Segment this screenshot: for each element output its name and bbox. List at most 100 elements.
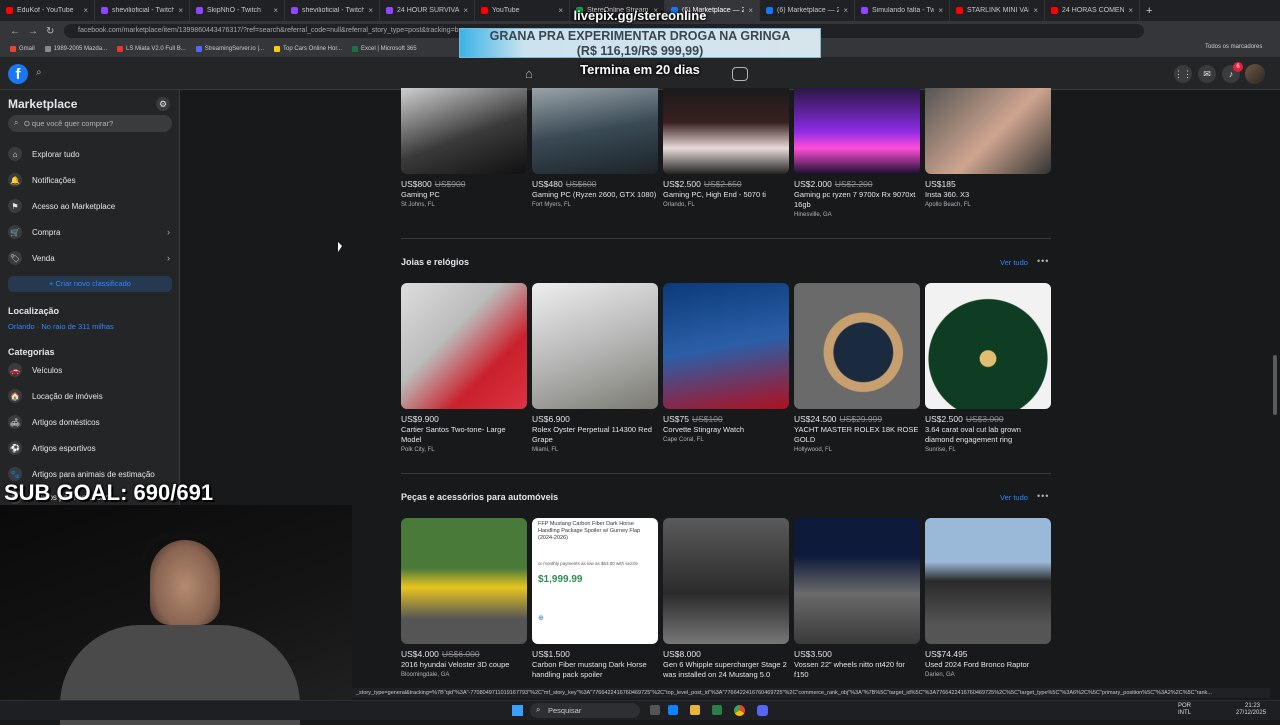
create-listing-button[interactable]: + Criar novo classificado bbox=[8, 276, 172, 292]
more-options-icon[interactable]: ••• bbox=[1037, 491, 1049, 501]
sidebar-item[interactable]: ⚑ Acesso ao Marketplace bbox=[8, 199, 172, 213]
search-icon[interactable]: ⌕ bbox=[36, 67, 48, 79]
listing-card[interactable]: US$2.000 US$2.200 Gaming pc ryzen 7 9700x … bbox=[794, 88, 920, 218]
listing-image[interactable] bbox=[401, 283, 527, 409]
reload-icon[interactable]: ↻ bbox=[46, 26, 54, 37]
menu-grid-icon[interactable]: ⋮⋮ bbox=[1174, 65, 1192, 83]
category-item[interactable]: 🐾 Artigos para animais de estimação bbox=[8, 467, 172, 481]
browser-tab[interactable]: STARLINK MINI VALE × bbox=[950, 0, 1045, 21]
location-value[interactable]: Orlando · No raio de 311 milhas bbox=[8, 322, 114, 331]
windows-start-icon[interactable] bbox=[512, 705, 523, 716]
browser-tab[interactable]: Simulando falta - Twit × bbox=[855, 0, 950, 21]
browser-tab[interactable]: YouTube × bbox=[475, 0, 570, 21]
facebook-logo[interactable]: f bbox=[8, 64, 28, 84]
close-icon[interactable]: × bbox=[368, 6, 373, 15]
listing-card[interactable]: US$185 Insta 360. X3 Apollo Beach, FL bbox=[925, 88, 1051, 208]
task-view-icon[interactable] bbox=[650, 705, 660, 715]
listing-image[interactable]: FFP Mustang Carbon Fiber Dark Horse Hand… bbox=[532, 518, 658, 644]
browser-tab[interactable]: SkipNhO - Twitch × bbox=[190, 0, 285, 21]
language-indicator[interactable]: POR INTL bbox=[1178, 703, 1191, 717]
new-tab-button[interactable]: + bbox=[1140, 5, 1158, 17]
listing-card[interactable]: US$24.500 US$29.999 YACHT MASTER ROLEX 18K… bbox=[794, 283, 920, 453]
listing-card[interactable]: US$480 US$600 Gaming PC (Ryzen 2600, GTX 1… bbox=[532, 88, 658, 208]
scrollbar-thumb[interactable] bbox=[1273, 355, 1277, 415]
listing-card[interactable]: US$3.500 Vossen 22” wheels nitto nt420 fo… bbox=[794, 518, 920, 682]
listing-image[interactable] bbox=[401, 88, 527, 174]
listing-card[interactable]: US$6.900 Rolex Oyster Perpetual 114300 Re… bbox=[532, 283, 658, 453]
sidebar-item[interactable]: 🔔 Notificações bbox=[8, 173, 172, 187]
listing-image[interactable] bbox=[794, 88, 920, 174]
close-icon[interactable]: × bbox=[1128, 6, 1133, 15]
listing-image[interactable] bbox=[532, 283, 658, 409]
browser-tab[interactable]: 24 HOUR SURVIVAL × bbox=[380, 0, 475, 21]
listing-card[interactable]: US$4.000 US$6.000 2016 hyundai Veloster 3D… bbox=[401, 518, 527, 678]
gear-icon[interactable]: ⚙ bbox=[156, 97, 170, 111]
listing-card[interactable]: US$74.495 Used 2024 Ford Bronco Raptor Dar… bbox=[925, 518, 1051, 678]
edge-icon[interactable] bbox=[668, 705, 678, 715]
listing-image[interactable] bbox=[925, 88, 1051, 174]
bookmark-item[interactable]: Top Cars Online Hor... bbox=[274, 46, 342, 52]
gaming-icon[interactable] bbox=[732, 67, 748, 81]
marketplace-search[interactable]: ⌕ O que você quer comprar? bbox=[8, 115, 172, 132]
see-all-link[interactable]: Ver tudo bbox=[1000, 258, 1028, 267]
browser-tab[interactable]: (6) Marketplace — 20 × bbox=[760, 0, 855, 21]
bookmark-item[interactable]: Excel | Microsoft 365 bbox=[352, 46, 417, 52]
browser-tab[interactable]: 24 HORAS COMENDO× bbox=[1045, 0, 1140, 21]
discord-icon[interactable] bbox=[757, 705, 768, 716]
close-icon[interactable]: × bbox=[463, 6, 468, 15]
listing-image[interactable] bbox=[794, 518, 920, 644]
listing-image[interactable] bbox=[663, 283, 789, 409]
category-item[interactable]: ⚽ Artigos esportivos bbox=[8, 441, 172, 455]
close-icon[interactable]: × bbox=[1033, 6, 1038, 15]
avatar[interactable] bbox=[1245, 64, 1265, 84]
listing-card[interactable]: US$800 US$900 Gaming PC St Johns, FL bbox=[401, 88, 527, 208]
home-icon[interactable]: ⌂ bbox=[525, 66, 541, 82]
chrome-icon[interactable] bbox=[734, 705, 745, 716]
close-icon[interactable]: × bbox=[748, 6, 753, 15]
category-item[interactable]: 🏠 Locação de imóveis bbox=[8, 389, 172, 403]
listing-image[interactable] bbox=[663, 88, 789, 174]
see-all-link[interactable]: Ver tudo bbox=[1000, 493, 1028, 502]
bookmark-item[interactable]: Gmail bbox=[10, 46, 35, 52]
category-item[interactable]: 🚗 Veículos bbox=[8, 363, 172, 377]
bookmark-item[interactable]: 1989-2005 Mazda... bbox=[44, 46, 107, 52]
messenger-icon[interactable]: ✉ bbox=[1198, 65, 1216, 83]
store-icon[interactable] bbox=[712, 705, 722, 715]
forward-icon[interactable]: → bbox=[28, 26, 38, 37]
all-bookmarks[interactable]: Todos os marcadores bbox=[1205, 44, 1262, 50]
listing-card[interactable]: US$2.500 US$2.650 Gaming PC, High End - 50… bbox=[663, 88, 789, 208]
close-icon[interactable]: × bbox=[178, 6, 183, 15]
listing-image[interactable] bbox=[663, 518, 789, 644]
listing-image[interactable] bbox=[925, 283, 1051, 409]
browser-tab[interactable]: shevilioficial - Twitch × bbox=[285, 0, 380, 21]
listing-image[interactable] bbox=[532, 88, 658, 174]
listing-card[interactable]: US$8.000 Gen 6 Whipple supercharger Stage… bbox=[663, 518, 789, 682]
bookmark-item[interactable]: StreamingServer.io |... bbox=[195, 46, 264, 52]
clock[interactable]: 21:23 27/12/2025 bbox=[1236, 703, 1266, 717]
taskbar-search[interactable]: ⌕ Pesquisar bbox=[530, 703, 640, 718]
listing-card[interactable]: US$75 US$100 Corvette Stingray Watch Cape C… bbox=[663, 283, 789, 443]
close-icon[interactable]: × bbox=[938, 6, 943, 15]
sidebar-item[interactable]: 🛒 Compra › bbox=[8, 225, 172, 239]
listing-card[interactable]: US$2.500 US$3.000 3.64 carat oval cut lab … bbox=[925, 283, 1051, 453]
explorer-icon[interactable] bbox=[690, 705, 700, 715]
sidebar-item[interactable]: 🏷 Venda › bbox=[8, 251, 172, 265]
back-icon[interactable]: ← bbox=[10, 26, 20, 37]
bookmark-item[interactable]: LS Miata V2.0 Full B... bbox=[117, 46, 186, 52]
category-item[interactable]: 🛋 Artigos domésticos bbox=[8, 415, 172, 429]
listing-image[interactable] bbox=[794, 283, 920, 409]
listing-card[interactable]: FFP Mustang Carbon Fiber Dark Horse Hand… bbox=[532, 518, 658, 682]
price-old: US$29.999 bbox=[839, 414, 883, 424]
sidebar-item[interactable]: ⌂ Explorar tudo bbox=[8, 147, 172, 161]
browser-tab[interactable]: shevilioficial - Twitch × bbox=[95, 0, 190, 21]
close-icon[interactable]: × bbox=[83, 6, 88, 15]
listing-image[interactable] bbox=[925, 518, 1051, 644]
listing-card[interactable]: US$9.900 Cartier Santos Two-tone- Large M… bbox=[401, 283, 527, 453]
chevron-right-icon: › bbox=[167, 227, 170, 237]
close-icon[interactable]: × bbox=[843, 6, 848, 15]
close-icon[interactable]: × bbox=[273, 6, 278, 15]
more-options-icon[interactable]: ••• bbox=[1037, 256, 1049, 266]
browser-tab[interactable]: EduKof - YouTube × bbox=[0, 0, 95, 21]
category-label: Artigos esportivos bbox=[32, 443, 96, 453]
listing-image[interactable] bbox=[401, 518, 527, 644]
